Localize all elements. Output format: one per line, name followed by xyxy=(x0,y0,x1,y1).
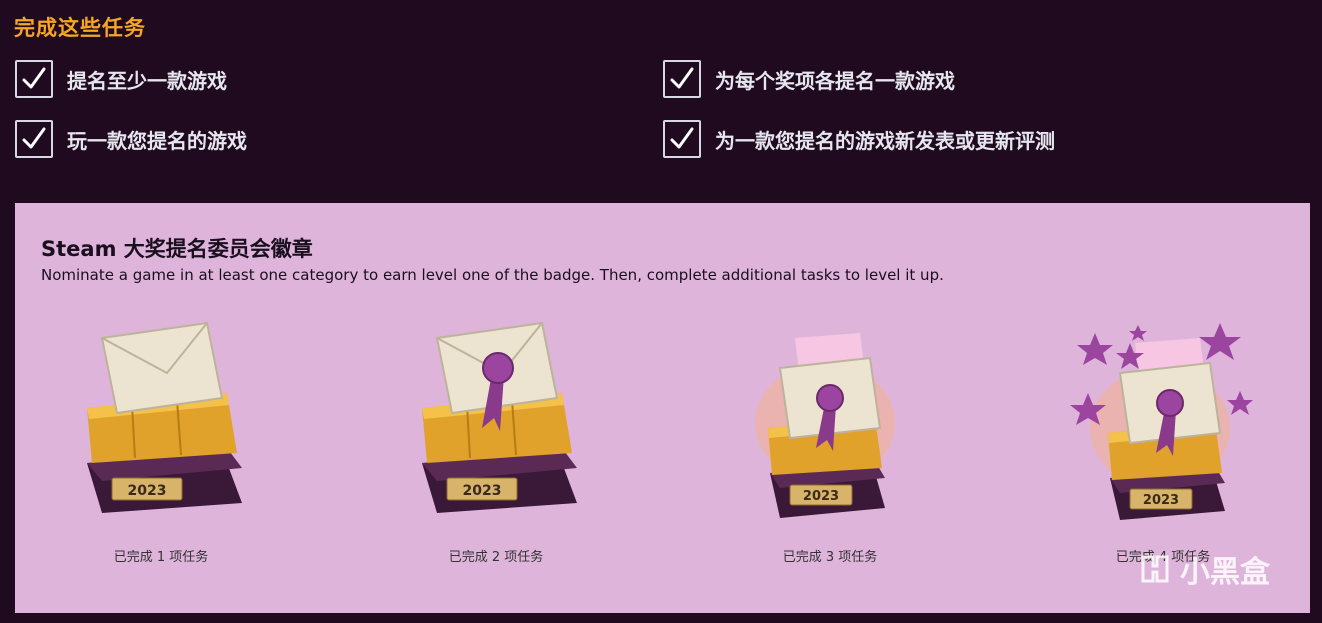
badge-caption: 已完成 3 项任务 xyxy=(782,550,878,565)
badge-level-1: 2023 xyxy=(77,313,277,543)
task-item-nominate-all: 为每个奖项各提名一款游戏 xyxy=(663,60,955,98)
badge-panel-title: Steam 大奖提名委员会徽章 xyxy=(41,237,313,261)
checkbox-checked xyxy=(15,120,53,158)
heybox-logo-icon xyxy=(1141,555,1169,583)
watermark: 小黑盒 xyxy=(1138,547,1270,591)
task-label: 为每个奖项各提名一款游戏 xyxy=(715,68,955,93)
badge-level-4: 2023 xyxy=(1070,313,1270,543)
badge-year: 2023 xyxy=(128,483,167,499)
badge-caption: 已完成 2 项任务 xyxy=(448,550,544,565)
badge-level-3: 2023 xyxy=(750,313,950,543)
badge-level-1-icon: 2023 xyxy=(87,321,242,513)
tasks-title: 完成这些任务 xyxy=(14,16,146,40)
watermark-text: 小黑盒 xyxy=(1180,555,1270,590)
checkmark-icon xyxy=(670,127,694,149)
badge-level-4-icon: 2023 xyxy=(1070,323,1253,520)
checkmark-icon xyxy=(22,127,46,149)
badge-panel-description: Nominate a game in at least one category… xyxy=(41,266,944,284)
badge-panel: Steam 大奖提名委员会徽章 Nominate a game in at le… xyxy=(15,203,1310,613)
task-label: 玩一款您提名的游戏 xyxy=(67,128,247,153)
task-item-review: 为一款您提名的游戏新发表或更新评测 xyxy=(663,120,1055,158)
checkbox-checked xyxy=(663,60,701,98)
task-item-play-nominated: 玩一款您提名的游戏 xyxy=(15,120,247,158)
task-item-nominate-one: 提名至少一款游戏 xyxy=(15,60,227,98)
badge-level-2: 2023 xyxy=(412,313,612,543)
badge-level-3-icon: 2023 xyxy=(755,333,895,518)
badge-year: 2023 xyxy=(463,483,502,499)
checkbox-checked xyxy=(663,120,701,158)
checkmark-icon xyxy=(670,67,694,89)
task-label: 为一款您提名的游戏新发表或更新评测 xyxy=(715,128,1055,153)
checkmark-icon xyxy=(22,67,46,89)
badge-level-2-icon: 2023 xyxy=(422,321,577,513)
checkbox-checked xyxy=(15,60,53,98)
task-label: 提名至少一款游戏 xyxy=(67,68,227,93)
badge-year: 2023 xyxy=(1143,493,1179,508)
badge-caption: 已完成 1 项任务 xyxy=(113,550,209,565)
badge-year: 2023 xyxy=(803,489,839,504)
